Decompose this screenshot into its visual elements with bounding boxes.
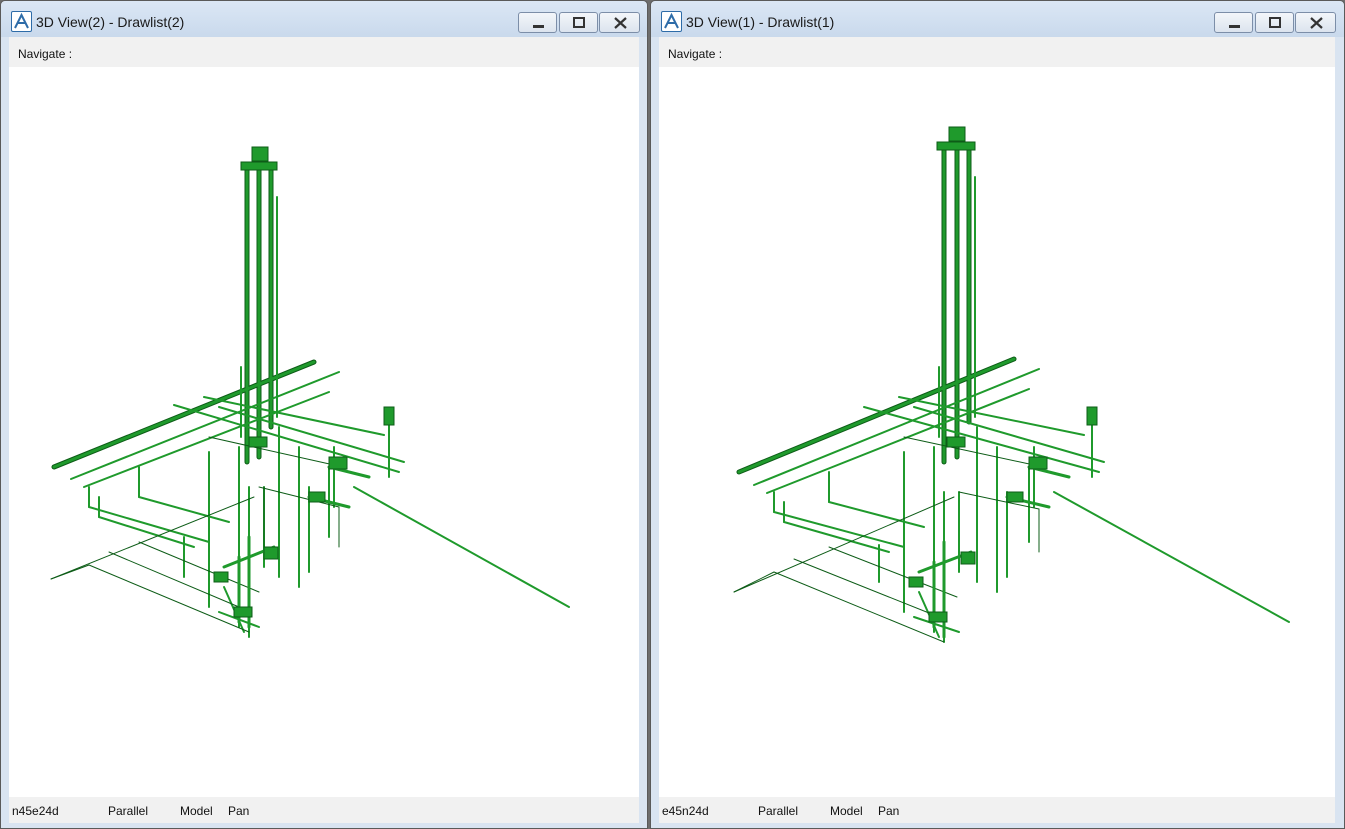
close-button[interactable]: [599, 12, 640, 33]
close-button[interactable]: [1295, 12, 1336, 33]
navigation-action: Pan: [878, 804, 900, 818]
navigate-bar: Navigate :: [9, 37, 639, 67]
view-direction: e45n24d: [662, 804, 709, 818]
piping-model-render[interactable]: [9, 67, 639, 797]
view-mode: Model: [830, 804, 863, 818]
restore-icon: [1269, 17, 1281, 28]
minimize-icon: [533, 25, 544, 28]
aveva-a-icon: [661, 11, 682, 32]
3d-viewport[interactable]: [659, 67, 1335, 797]
view-mode: Model: [180, 804, 213, 818]
projection-mode: Parallel: [108, 804, 149, 818]
navigation-action: Pan: [228, 804, 250, 818]
status-bar: n45e24d Parallel Model Pan: [9, 797, 639, 823]
restore-icon: [573, 17, 585, 28]
title-bar[interactable]: 3D View(1) - Drawlist(1): [651, 1, 1344, 37]
3d-view-window-2[interactable]: 3D View(2) - Drawlist(2) Navigate : n45e…: [0, 0, 648, 829]
status-bar: e45n24d Parallel Model Pan: [659, 797, 1335, 823]
view-client-area: Navigate :: [9, 37, 639, 823]
navigate-bar: Navigate :: [659, 37, 1335, 67]
window-title: 3D View(1) - Drawlist(1): [686, 14, 835, 30]
3d-viewport[interactable]: [9, 67, 639, 797]
close-icon: [614, 17, 627, 29]
title-bar[interactable]: 3D View(2) - Drawlist(2): [1, 1, 647, 37]
projection-mode: Parallel: [758, 804, 799, 818]
maximize-button[interactable]: [559, 12, 598, 33]
minimize-button[interactable]: [1214, 12, 1253, 33]
aveva-a-icon: [11, 11, 32, 32]
window-title: 3D View(2) - Drawlist(2): [36, 14, 185, 30]
pipe-model: [50, 146, 570, 638]
maximize-button[interactable]: [1255, 12, 1294, 33]
navigate-label: Navigate :: [18, 47, 73, 61]
close-icon: [1310, 17, 1323, 29]
pipe-model: [733, 126, 1290, 643]
piping-model-render[interactable]: [659, 67, 1335, 797]
view-direction: n45e24d: [12, 804, 59, 818]
navigate-label: Navigate :: [668, 47, 723, 61]
view-client-area: Navigate :: [659, 37, 1335, 823]
minimize-icon: [1229, 25, 1240, 28]
minimize-button[interactable]: [518, 12, 557, 33]
3d-view-window-1[interactable]: 3D View(1) - Drawlist(1) Navigate : e45n…: [650, 0, 1345, 829]
